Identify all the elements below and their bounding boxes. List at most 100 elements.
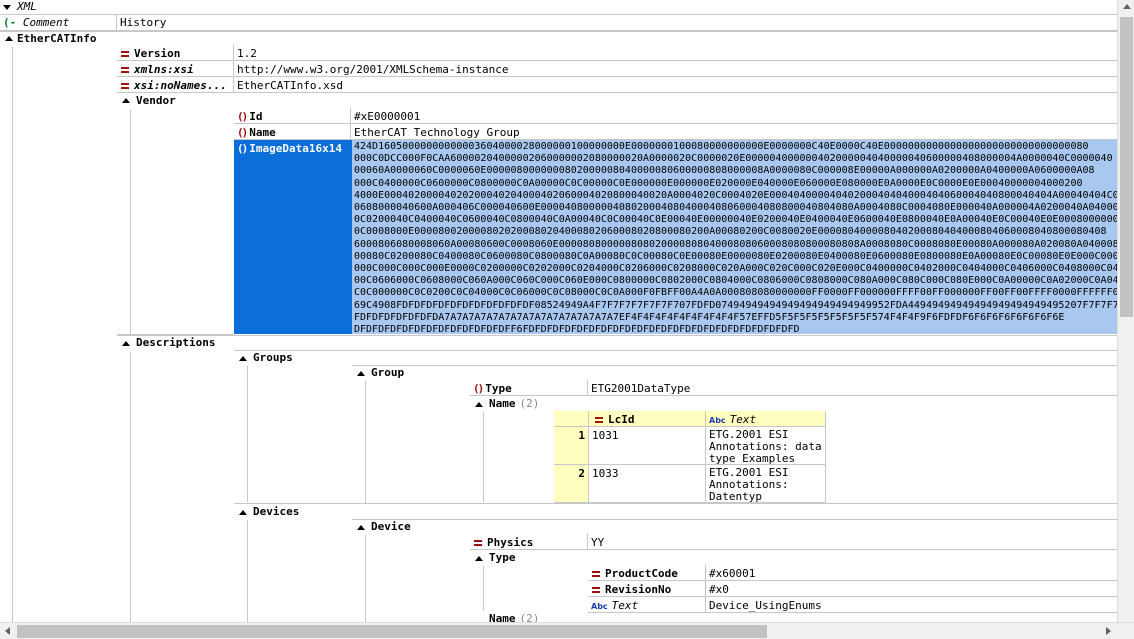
group-type-value[interactable]: ETG2001DataType (588, 380, 1117, 396)
vendor-id-value[interactable]: #xE0000001 (351, 108, 1117, 124)
imagedata-hex-line: 0C0200040C0400040C0600040C0800040C0A0004… (354, 214, 1117, 226)
group-type[interactable]: () Type (470, 380, 588, 396)
collapse-icon[interactable] (3, 5, 11, 10)
attribute-icon (591, 585, 600, 594)
attribute-icon (591, 569, 600, 578)
ethercatinfo-header[interactable]: EtherCATInfo (0, 31, 117, 47)
lcid-column-header[interactable]: LcId (589, 411, 706, 427)
imagedata-hex-line: 000C0DCC000F0CAA600002040000020600000020… (354, 153, 1113, 165)
row-index[interactable]: 1 (554, 427, 589, 465)
descriptions-label: Descriptions (136, 336, 216, 349)
imagedata-hex-value[interactable]: 424D160500000000000036040000280000001000… (352, 140, 1117, 334)
collapse-icon[interactable] (122, 98, 130, 103)
text-column-header[interactable]: Abc Text (706, 411, 826, 427)
attr-xsi-nonames[interactable]: xsi:noNames... (117, 77, 234, 93)
xml-label: XML (17, 0, 37, 13)
collapse-icon[interactable] (5, 36, 13, 41)
device-header[interactable]: Device (352, 519, 469, 535)
attr-xmlns-xsi[interactable]: xmlns:xsi (117, 61, 234, 77)
attribute-icon (594, 415, 603, 424)
vertical-scroll-thumb[interactable] (1120, 17, 1133, 317)
vertical-scrollbar[interactable] (1117, 0, 1134, 622)
text-cell[interactable]: ETG.2001 ESI Annotations: Datentyp Beisp… (706, 465, 826, 503)
collapse-icon[interactable] (122, 341, 130, 346)
product-code[interactable]: ProductCode (588, 565, 706, 581)
element-icon: () (473, 382, 484, 395)
vendor-imagedata[interactable]: () ImageData16x14 (234, 140, 352, 334)
imagedata-hex-line: 0C0008000E000080020000802020008020400080… (354, 226, 1107, 238)
element-icon: () (237, 126, 248, 139)
lc-table-corner (554, 411, 589, 427)
attribute-icon (120, 65, 129, 74)
attr-version-value[interactable]: 1.2 (234, 45, 1117, 61)
imagedata-hex-line: 00080C0200080C0400080C0600080C0800080C0A… (354, 250, 1117, 262)
revision-no[interactable]: RevisionNo (588, 581, 706, 597)
ethercatinfo-label: EtherCATInfo (17, 32, 97, 45)
devices-label: Devices (253, 505, 300, 518)
group-name-header[interactable]: Name (2) (470, 396, 588, 412)
text-cell[interactable]: ETG.2001 ESI Annotations: data type Exam… (706, 427, 826, 465)
groups-header[interactable]: Groups (234, 350, 351, 366)
attr-xmlns-xsi-value[interactable]: http://www.w3.org/2001/XMLSchema-instanc… (234, 61, 1117, 77)
imagedata-hex-line: DFDFDFDFDFDFDFDFDFDFDFDFDFF6FDFDFDFDFDFD… (354, 324, 800, 334)
collapse-icon[interactable] (475, 402, 483, 407)
element-icon: () (237, 142, 248, 155)
xml-root-row[interactable]: XML (0, 0, 1117, 15)
device-label: Device (371, 520, 411, 533)
collapse-icon[interactable] (239, 510, 247, 515)
xml-grid-view: XML (- Comment History EtherCATInfo Vers… (0, 0, 1134, 639)
imagedata-hex-line: 00060A0000060C0000060E000008000000080200… (354, 165, 1095, 177)
type-text-value[interactable]: Device_UsingEnums (706, 597, 1117, 613)
group-header[interactable]: Group (352, 365, 469, 381)
imagedata-hex-line: 000C0400000C0600000C0800000C0A00000C0C00… (354, 177, 1083, 189)
product-code-value[interactable]: #x60001 (706, 565, 1117, 581)
vendor-label: Vendor (136, 94, 176, 107)
comment-value[interactable]: History (117, 15, 1117, 31)
lcid-cell[interactable]: 1033 (589, 465, 706, 503)
attr-version[interactable]: Version (117, 45, 234, 61)
vendor-header[interactable]: Vendor (117, 93, 234, 109)
comment-label: Comment (22, 16, 70, 29)
device-type-label: Type (489, 551, 516, 564)
text-node-icon: Abc (709, 416, 726, 425)
scroll-right-icon[interactable] (1106, 627, 1111, 635)
device-type-header[interactable]: Type (470, 550, 588, 566)
imagedata-hex-line: 424D160500000000000036040000280000001000… (354, 141, 1089, 152)
scroll-up-icon[interactable] (1123, 4, 1131, 9)
horizontal-scroll-thumb[interactable] (17, 625, 767, 638)
collapse-icon[interactable] (475, 556, 483, 561)
vendor-id[interactable]: () Id (234, 108, 351, 124)
vendor-name-value[interactable]: EtherCAT Technology Group (351, 124, 1117, 140)
devices-header[interactable]: Devices (234, 504, 351, 520)
group-label: Group (371, 366, 405, 379)
collapse-icon[interactable] (357, 525, 365, 530)
vendor-name[interactable]: () Name (234, 124, 351, 140)
text-node-icon: Abc (591, 602, 608, 611)
device-physics[interactable]: Physics (470, 534, 588, 550)
groups-label: Groups (253, 351, 293, 364)
lcid-cell[interactable]: 1031 (589, 427, 706, 465)
collapse-icon[interactable] (239, 356, 247, 361)
imagedata-hex-line: 6000806080008060A00080600C0008060E000080… (354, 238, 1117, 250)
device-physics-value[interactable]: YY (588, 534, 1117, 550)
imagedata-hex-line: 00C0606000C0608000C060A000C060C000C060E0… (354, 275, 1117, 287)
imagedata-hex-line: 000C000C000C000E0000C0200000C0202000C020… (354, 263, 1117, 275)
attr-xsi-nonames-value[interactable]: EtherCATInfo.xsd (234, 77, 1117, 93)
imagedata-hex-line: 0608000040600A000406C000040600E000040800… (354, 202, 1117, 214)
attribute-icon (120, 81, 129, 90)
scroll-left-icon[interactable] (5, 627, 10, 635)
revision-no-value[interactable]: #x0 (706, 581, 1117, 597)
descriptions-header[interactable]: Descriptions (117, 335, 234, 351)
comment-icon: (- (3, 16, 17, 29)
collapse-icon[interactable] (357, 371, 365, 376)
row-index[interactable]: 2 (554, 465, 589, 503)
comment-row[interactable]: (- Comment (0, 15, 117, 31)
horizontal-scrollbar[interactable] (0, 622, 1134, 639)
imagedata-hex-line: 4000E00040200004020200040204000402060004… (354, 189, 1117, 201)
attribute-icon (473, 538, 482, 547)
imagedata-hex-line: C0C000000C0C0200C0C04000C0C06000C0C08000… (354, 287, 1117, 299)
imagedata-hex-line: 69C4908FDFDFDFDFDFDFDFDFDFDFDF08524949A4… (354, 299, 1117, 311)
type-text[interactable]: Abc Text (588, 597, 706, 613)
imagedata-hex-line: FDFDFDFDFDFDFDA7A7A7A7A7A7A7A7A7A7A7A7A7… (354, 311, 1065, 323)
attribute-icon (120, 49, 129, 58)
